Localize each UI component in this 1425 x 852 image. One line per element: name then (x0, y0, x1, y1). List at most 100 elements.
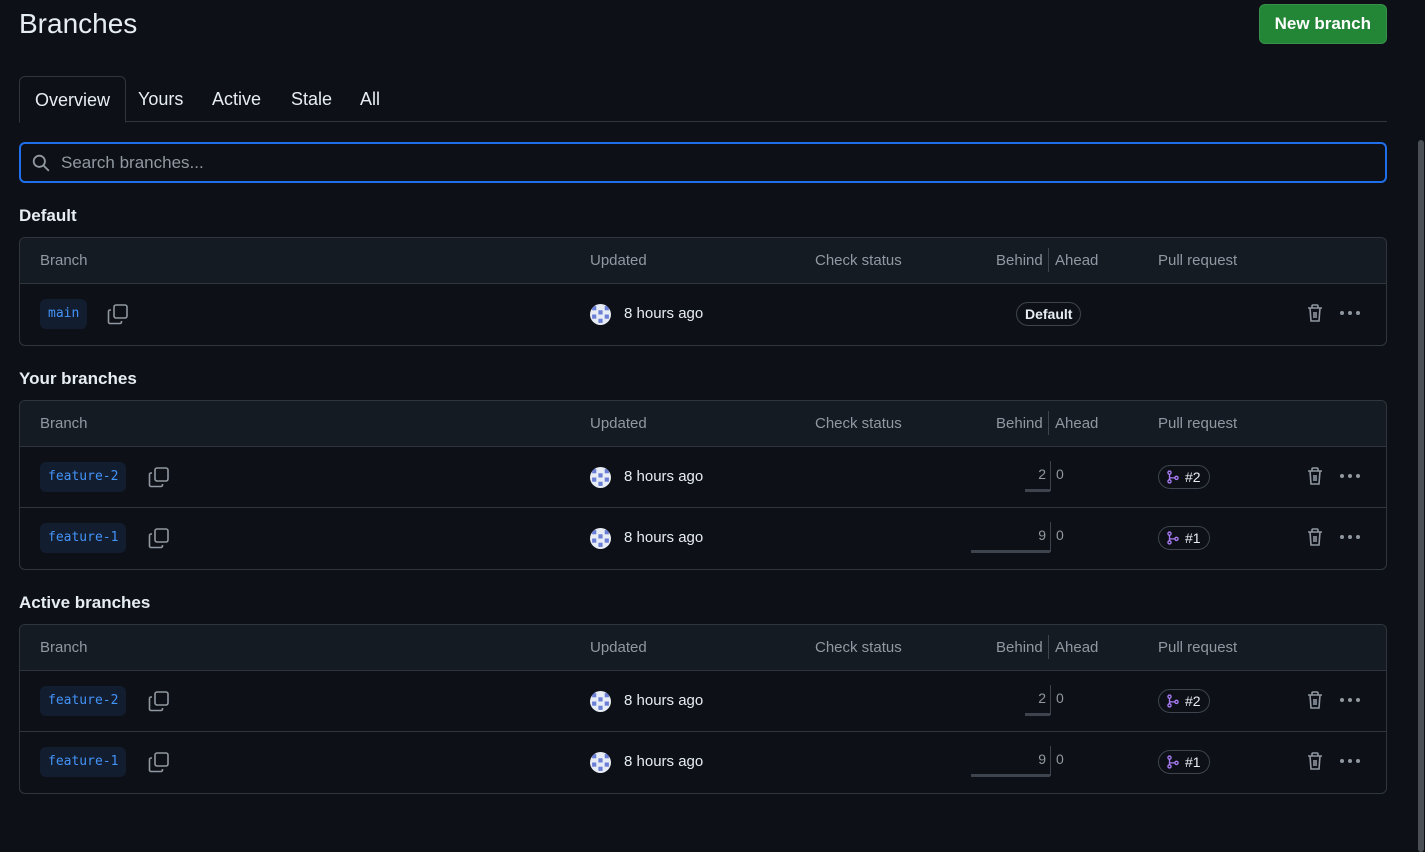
avatar[interactable] (590, 467, 611, 488)
trash-icon[interactable] (1306, 690, 1324, 710)
column-divider (1048, 411, 1049, 435)
kebab-horizontal-icon[interactable] (1338, 751, 1362, 771)
section-title-active-branches: Active branches (19, 593, 151, 612)
tab-stale[interactable]: Stale (276, 76, 347, 122)
table-row: main 8 hours ago Default (20, 284, 1386, 345)
copy-icon[interactable] (148, 527, 170, 549)
table-row: feature-2 8 hours ago 2 0 #2 (20, 671, 1386, 732)
search-input[interactable] (59, 144, 1359, 181)
git-pull-request-icon (1167, 531, 1179, 545)
scrollbar-thumb[interactable] (1418, 140, 1424, 852)
page-header: Branches New branch (19, 0, 1387, 60)
behind-count: 2 (1038, 690, 1046, 706)
branch-name-link[interactable]: feature-1 (40, 523, 127, 553)
branch-name-link[interactable]: main (40, 299, 88, 329)
page-title: Branches (19, 8, 138, 39)
pull-request-number: #2 (1185, 469, 1201, 485)
git-pull-request-icon (1167, 470, 1179, 484)
avatar[interactable] (590, 304, 611, 325)
section-title-default: Default (19, 206, 77, 225)
tab-all[interactable]: All (345, 76, 395, 122)
branch-name-link[interactable]: feature-2 (40, 686, 127, 716)
copy-icon[interactable] (107, 303, 129, 325)
avatar[interactable] (590, 752, 611, 773)
column-pull-request: Pull request (1158, 639, 1238, 656)
section-title-your-branches: Your branches (19, 369, 137, 388)
table-row: feature-2 8 hours ago 2 0 #2 (20, 447, 1386, 508)
column-divider (1048, 635, 1049, 659)
updated-time: 8 hours ago (624, 692, 704, 709)
column-check-status: Check status (815, 252, 902, 269)
branches-page: Branches New branch Overview Yours Activ… (19, 0, 1387, 794)
pull-request-number: #2 (1185, 693, 1201, 709)
pull-request-link[interactable]: #1 (1158, 526, 1210, 550)
column-updated: Updated (590, 639, 647, 656)
kebab-horizontal-icon[interactable] (1338, 303, 1362, 323)
updated-time: 8 hours ago (624, 529, 704, 546)
pull-request-link[interactable]: #2 (1158, 689, 1210, 713)
ahead-count: 0 (1056, 751, 1064, 767)
behind-ahead-divider (1050, 685, 1051, 715)
avatar[interactable] (590, 691, 611, 712)
branch-name-link[interactable]: feature-1 (40, 747, 127, 777)
git-pull-request-icon (1167, 694, 1179, 708)
trash-icon[interactable] (1306, 751, 1324, 771)
table-header: Branch Updated Check status Behind Ahead… (20, 625, 1386, 671)
tab-overview[interactable]: Overview (19, 76, 127, 123)
ahead-count: 0 (1056, 690, 1064, 706)
scrollbar[interactable] (1417, 0, 1425, 852)
behind-bar (1025, 489, 1050, 492)
table-header: Branch Updated Check status Behind Ahead… (20, 238, 1386, 284)
column-ahead: Ahead (1055, 639, 1099, 656)
pull-request-link[interactable]: #1 (1158, 750, 1210, 774)
column-check-status: Check status (815, 415, 902, 432)
behind-count: 9 (1038, 751, 1046, 767)
tab-yours[interactable]: Yours (123, 76, 198, 122)
ahead-count: 0 (1056, 466, 1064, 482)
column-ahead: Ahead (1055, 252, 1099, 269)
behind-count: 2 (1038, 466, 1046, 482)
copy-icon[interactable] (148, 466, 170, 488)
behind-bar (971, 550, 1050, 553)
new-branch-button[interactable]: New branch (1258, 4, 1387, 44)
tab-active[interactable]: Active (197, 76, 276, 122)
kebab-horizontal-icon[interactable] (1338, 466, 1362, 486)
column-behind: Behind (996, 252, 1043, 269)
copy-icon[interactable] (148, 751, 170, 773)
branch-filter-tabs: Overview Yours Active Stale All (19, 76, 1387, 123)
kebab-horizontal-icon[interactable] (1338, 527, 1362, 547)
default-badge: Default (1016, 302, 1082, 326)
column-behind: Behind (996, 639, 1043, 656)
trash-icon[interactable] (1306, 303, 1324, 323)
column-check-status: Check status (815, 639, 902, 656)
branches-table-active: Branch Updated Check status Behind Ahead… (19, 624, 1387, 794)
updated-time: 8 hours ago (624, 305, 704, 322)
column-branch: Branch (40, 252, 88, 269)
column-ahead: Ahead (1055, 415, 1099, 432)
pull-request-number: #1 (1185, 754, 1201, 770)
branches-table-default: Branch Updated Check status Behind Ahead… (19, 237, 1387, 346)
column-branch: Branch (40, 639, 88, 656)
table-row: feature-1 8 hours ago 9 0 #1 (20, 732, 1386, 793)
avatar[interactable] (590, 528, 611, 549)
column-pull-request: Pull request (1158, 415, 1238, 432)
branch-name-link[interactable]: feature-2 (40, 462, 127, 492)
pull-request-link[interactable]: #2 (1158, 465, 1210, 489)
search-icon (32, 154, 50, 172)
git-pull-request-icon (1167, 755, 1179, 769)
kebab-horizontal-icon[interactable] (1338, 690, 1362, 710)
behind-ahead-divider (1050, 461, 1051, 491)
trash-icon[interactable] (1306, 527, 1324, 547)
behind-ahead-divider (1050, 522, 1051, 552)
search-box (19, 142, 1387, 183)
table-header: Branch Updated Check status Behind Ahead… (20, 401, 1386, 447)
column-behind: Behind (996, 415, 1043, 432)
column-branch: Branch (40, 415, 88, 432)
trash-icon[interactable] (1306, 466, 1324, 486)
copy-icon[interactable] (148, 690, 170, 712)
updated-time: 8 hours ago (624, 468, 704, 485)
behind-bar (1025, 713, 1050, 716)
updated-time: 8 hours ago (624, 753, 704, 770)
column-updated: Updated (590, 415, 647, 432)
pull-request-number: #1 (1185, 530, 1201, 546)
